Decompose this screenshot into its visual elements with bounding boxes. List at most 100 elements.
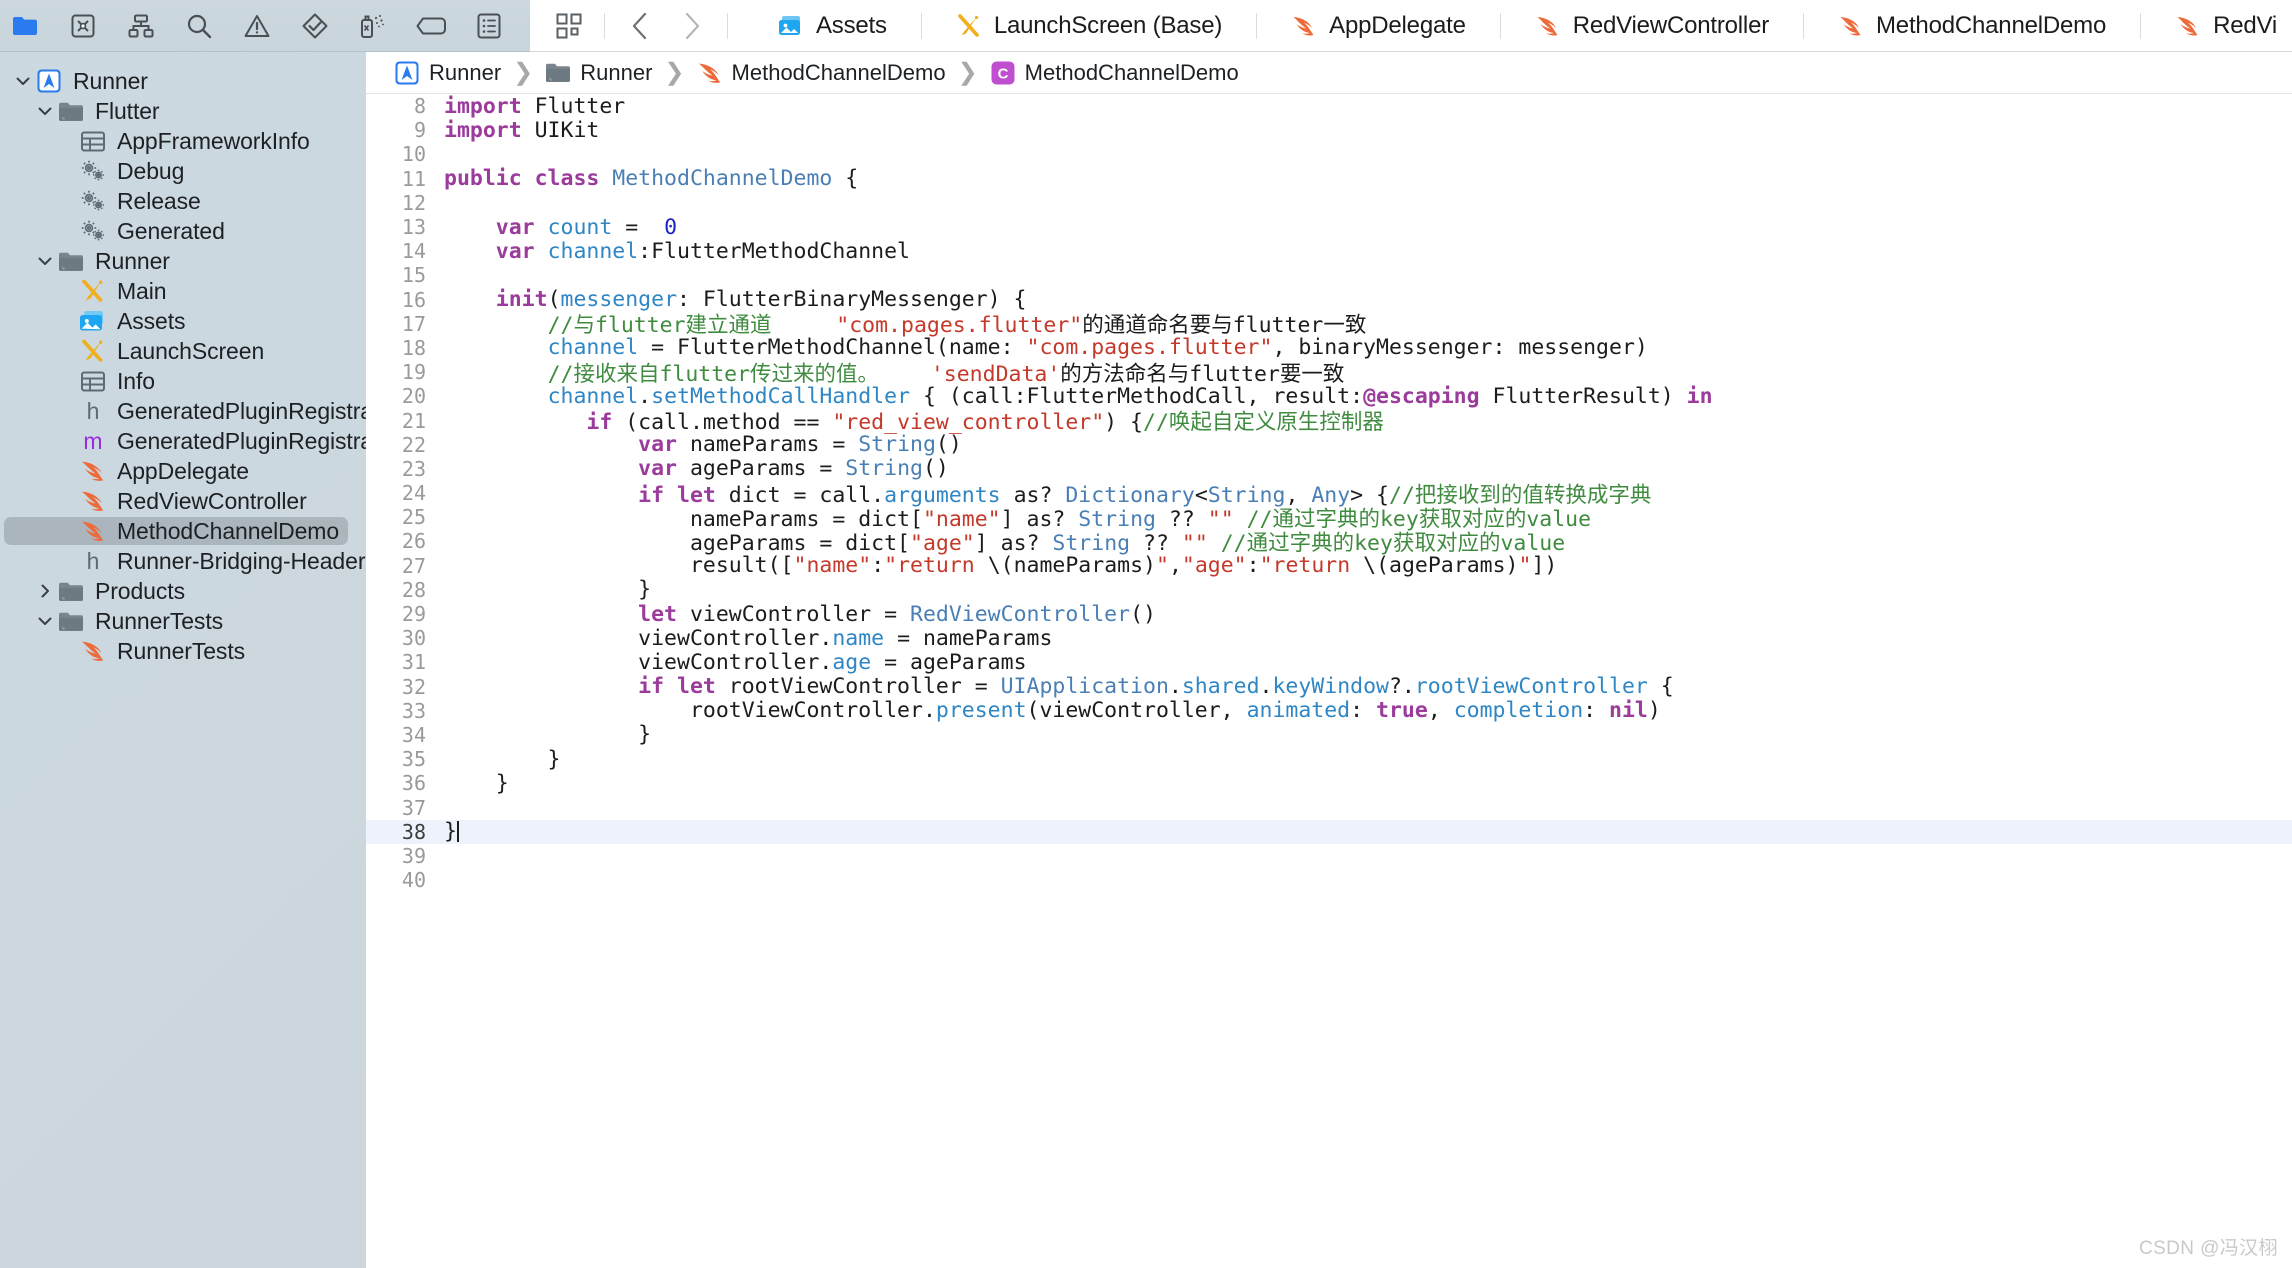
code-line[interactable]: 30 viewController.name = nameParams [366, 625, 2292, 651]
source-control-icon[interactable] [68, 11, 98, 41]
code-line[interactable]: 33 rootViewController.present(viewContro… [366, 698, 2292, 723]
tab-appdelegate[interactable]: AppDelegate [1257, 0, 1500, 51]
editor-pane: Runner ❯ Runner ❯ MethodChannelDemo ❯ C MethodC… [366, 52, 2292, 1268]
code-line[interactable]: 10 [366, 142, 2292, 166]
sidebar-item-launchscreen[interactable]: LaunchScreen [0, 336, 366, 366]
code-line[interactable]: 39 [366, 844, 2292, 868]
code-line[interactable]: 38} [366, 819, 2292, 845]
sidebar-item-label: Runner [73, 67, 148, 94]
project-navigator[interactable]: Runner Flutter AppFrameworkInfo Debug Releas… [0, 52, 366, 1268]
breadcrumb-label: Runner [429, 59, 502, 85]
sidebar-item-appdelegate[interactable]: AppDelegate [0, 456, 366, 486]
gears-icon [78, 219, 108, 243]
breadcrumb-item-1[interactable]: Runner [545, 60, 652, 86]
sidebar-item-runner-bridging-header[interactable]: h Runner-Bridging-Header [0, 546, 366, 576]
code-line[interactable]: 34 } [366, 722, 2292, 747]
sidebar-item-runnertests[interactable]: RunnerTests [0, 606, 366, 636]
sidebar-item-debug[interactable]: Debug [0, 156, 366, 186]
code-line[interactable]: 13 var count = 0 [366, 215, 2292, 240]
chevron-down-icon[interactable] [34, 613, 56, 629]
code-text: let viewController = RedViewController() [638, 601, 1156, 627]
chevron-down-icon[interactable] [12, 73, 34, 89]
sidebar-item-runner[interactable]: Runner [0, 246, 366, 276]
code-line[interactable]: 27 result(["name":"return \(nameParams)"… [366, 553, 2292, 578]
code-line[interactable]: 9 import UIKit [366, 118, 2292, 143]
sidebar-item-runner[interactable]: Runner [0, 66, 366, 96]
code-line[interactable]: 35 } [366, 747, 2292, 772]
code-line[interactable]: 22 var nameParams = String() [366, 432, 2292, 457]
test-diamond-icon[interactable] [300, 11, 330, 41]
sidebar-item-assets[interactable]: Assets [0, 306, 366, 336]
chevron-down-icon[interactable] [34, 103, 56, 119]
line-number: 14 [401, 239, 426, 264]
tab-assets[interactable]: Assets [744, 0, 921, 51]
header-h-icon: h [86, 547, 100, 574]
tab-redvi-partial[interactable]: RedVi [2141, 0, 2292, 51]
tab-methodchanneldemo[interactable]: MethodChannelDemo [1804, 0, 2140, 51]
forward-button[interactable] [675, 9, 709, 43]
sidebar-item-redviewcontroller[interactable]: RedViewController [0, 486, 366, 516]
sidebar-item-generatedpluginregistrant[interactable]: m GeneratedPluginRegistrant [0, 426, 366, 456]
sidebar-item-products[interactable]: Products [0, 576, 366, 606]
sidebar-item-label: Release [117, 187, 201, 214]
chevron-down-icon[interactable] [34, 253, 56, 269]
breadcrumb-item-3[interactable]: C MethodChannelDemo [990, 60, 1239, 86]
report-list-icon[interactable] [474, 11, 504, 41]
code-line[interactable]: 29 let viewController = RedViewControlle… [366, 601, 2292, 627]
folder-icon [545, 60, 571, 86]
code-line[interactable]: 11 public class MethodChannelDemo { [366, 166, 2292, 191]
warning-triangle-icon[interactable] [242, 11, 272, 41]
line-number: 17 [401, 311, 426, 336]
code-line[interactable]: 15 [366, 263, 2292, 287]
code-line[interactable]: 8 import Flutter [366, 94, 2292, 119]
code-line[interactable]: 21 if (call.method == "red_view_controll… [366, 408, 2292, 436]
back-button[interactable] [623, 9, 657, 43]
sidebar-item-methodchanneldemo[interactable]: MethodChannelDemo [0, 516, 366, 546]
line-number: 23 [401, 456, 426, 481]
code-line[interactable]: 32 if let rootViewController = UIApplica… [366, 674, 2292, 699]
folder-icon[interactable] [10, 11, 40, 41]
sidebar-item-flutter[interactable]: Flutter [0, 96, 366, 126]
code-line[interactable]: 26 ageParams = dict["age"] as? String ??… [366, 529, 2292, 556]
code-text: } [444, 577, 652, 603]
code-line[interactable]: 37 [366, 795, 2292, 820]
code-line[interactable]: 17 //与flutter建立通道 "com.pages.flutter"的通道… [366, 311, 2292, 339]
sidebar-item-generatedpluginregistrant[interactable]: h GeneratedPluginRegistrant [0, 396, 366, 426]
line-number: 28 [401, 577, 426, 602]
code-line[interactable]: 40 [366, 868, 2292, 892]
line-number: 38 [401, 819, 426, 844]
main-body: Runner Flutter AppFrameworkInfo Debug Releas… [0, 52, 2292, 1268]
code-text: } [444, 819, 459, 845]
tab-redviewcontroller[interactable]: RedViewController [1501, 0, 1803, 51]
sidebar-item-runnertests[interactable]: RunnerTests [0, 636, 366, 666]
code-line[interactable]: 14 var channel:FlutterMethodChannel [366, 239, 2292, 264]
sidebar-item-main[interactable]: Main [0, 276, 366, 306]
breadcrumb[interactable]: Runner ❯ Runner ❯ MethodChannelDemo ❯ C MethodC… [366, 52, 2292, 94]
code-text: } [444, 770, 509, 796]
line-number: 20 [401, 384, 426, 409]
code-line[interactable]: 19 //接收来自flutter传过来的值。 'sendData'的方法命名与f… [366, 360, 2292, 387]
sidebar-item-release[interactable]: Release [0, 186, 366, 216]
code-line[interactable]: 36 } [366, 770, 2292, 796]
tab-label: MethodChannelDemo [1876, 11, 2107, 39]
source-code-editor[interactable]: 8 import Flutter 9 import UIKit 10 11 public c… [366, 94, 2292, 1268]
tab-launchscreen[interactable]: LaunchScreen (Base) [922, 0, 1256, 51]
symbol-hierarchy-icon[interactable] [126, 11, 156, 41]
sidebar-item-generated[interactable]: Generated [0, 216, 366, 246]
breakpoint-tag-icon[interactable] [416, 11, 446, 41]
breadcrumb-item-0[interactable]: Runner [394, 60, 501, 86]
breadcrumb-item-2[interactable]: MethodChannelDemo [697, 60, 946, 86]
code-text: viewController.name = nameParams [638, 625, 1053, 651]
code-line[interactable]: 12 [366, 191, 2292, 215]
chevron-right-icon[interactable] [34, 583, 56, 599]
code-line[interactable]: 28 } [366, 577, 2292, 603]
folder-icon [56, 611, 86, 632]
sidebar-item-appframeworkinfo[interactable]: AppFrameworkInfo [0, 126, 366, 156]
sidebar-item-info[interactable]: Info [0, 366, 366, 396]
tab-overview-button[interactable] [552, 9, 586, 43]
line-number: 24 [401, 481, 426, 506]
xcode-window: Assets LaunchScreen (Base) AppDelegate R… [0, 0, 2292, 1268]
code-line[interactable]: 31 viewController.age = ageParams [366, 650, 2292, 675]
debug-spray-icon[interactable] [358, 11, 388, 41]
search-icon[interactable] [184, 11, 214, 41]
